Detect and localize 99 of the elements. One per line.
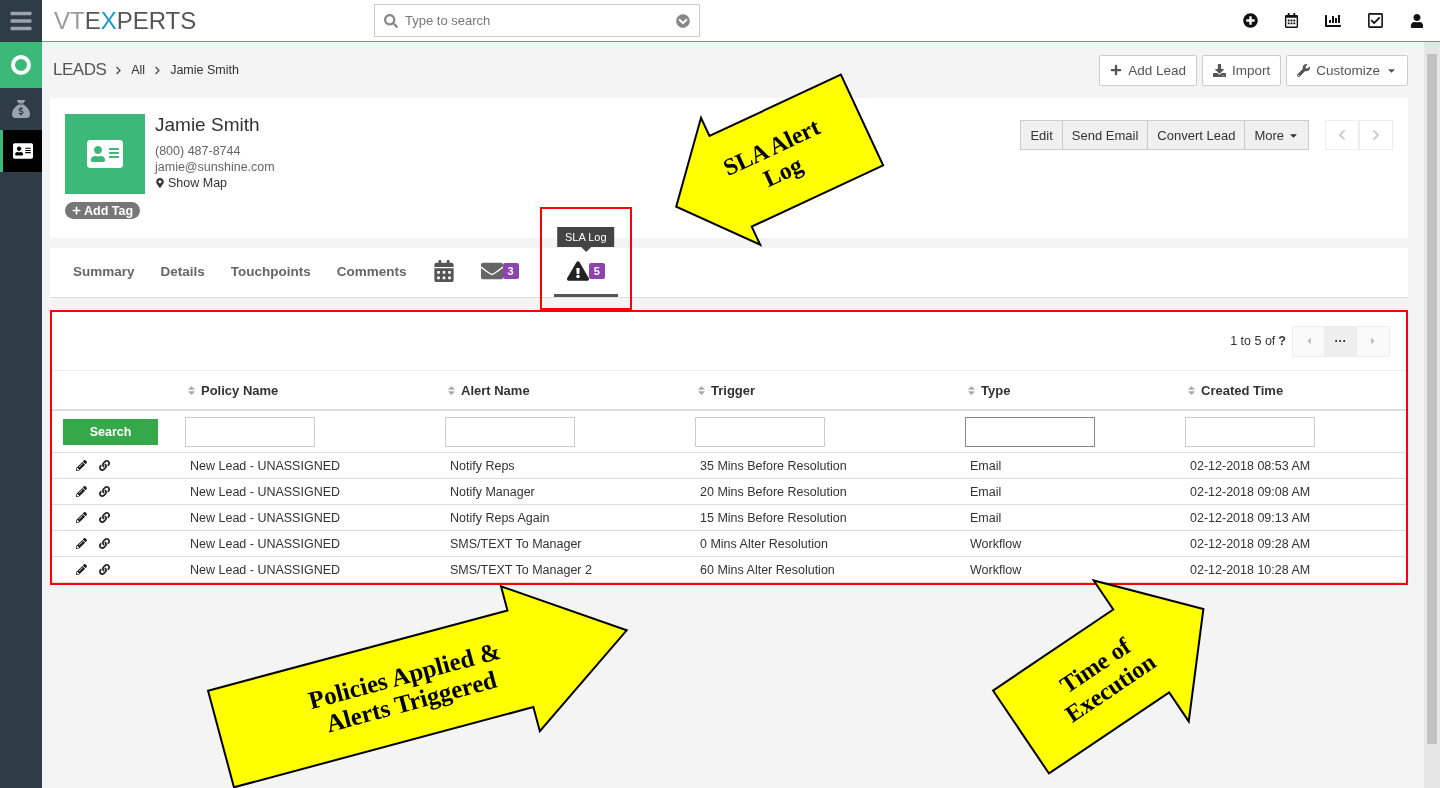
table-cell: SMS/TEXT To Manager 2 bbox=[442, 557, 692, 583]
tab[interactable]: 5 bbox=[553, 248, 618, 297]
money-bag-icon[interactable] bbox=[12, 100, 30, 118]
table-cell: 60 Mins Alter Resolution bbox=[692, 557, 962, 583]
table-cell: New Lead - UNASSIGNED bbox=[182, 531, 442, 557]
table-cell: Email bbox=[962, 505, 1182, 531]
pagination-total: ? bbox=[1278, 334, 1286, 348]
search-field[interactable]: Type to search bbox=[374, 4, 700, 37]
link-icon[interactable] bbox=[99, 460, 110, 471]
table-cell: 02-12-2018 09:28 AM bbox=[1182, 531, 1406, 557]
callout-arrow: SLA Alert Log bbox=[675, 73, 885, 247]
show-map-link[interactable]: Show Map bbox=[155, 175, 275, 191]
link-icon[interactable] bbox=[99, 538, 110, 549]
map-pin-icon bbox=[155, 178, 165, 188]
edit-icon[interactable] bbox=[76, 564, 87, 575]
tab[interactable]: Summary bbox=[60, 248, 148, 297]
table-cell: 0 Mins Alter Resolution bbox=[692, 531, 962, 557]
table-cell: Workflow bbox=[962, 531, 1182, 557]
breadcrumb-item[interactable]: All bbox=[131, 63, 146, 77]
action-button[interactable]: Convert Lead bbox=[1148, 121, 1246, 149]
table-cell: Notify Manager bbox=[442, 479, 692, 505]
header-button[interactable]: Import bbox=[1201, 54, 1282, 86]
menu-icon[interactable] bbox=[9, 9, 33, 33]
tab[interactable]: 3 bbox=[467, 248, 532, 297]
plus-icon bbox=[1110, 64, 1123, 76]
table-cell: SMS/TEXT To Manager bbox=[442, 531, 692, 557]
table-cell: Email bbox=[962, 479, 1182, 505]
plus-icon bbox=[72, 206, 81, 215]
filter-input[interactable] bbox=[695, 416, 825, 447]
column-header[interactable]: Alert Name bbox=[461, 382, 530, 398]
table-cell: 20 Mins Before Resolution bbox=[692, 479, 962, 505]
tab[interactable]: Details bbox=[147, 248, 218, 297]
column-header[interactable]: Type bbox=[981, 382, 1011, 398]
more-pages-button[interactable]: ··· bbox=[1325, 326, 1357, 356]
header-button[interactable]: Customize bbox=[1286, 54, 1408, 86]
chevron-icon bbox=[114, 65, 124, 75]
filter-input[interactable] bbox=[185, 416, 315, 447]
dropdown-icon[interactable] bbox=[676, 14, 690, 28]
bar-chart-icon[interactable] bbox=[1325, 12, 1341, 29]
tab[interactable]: Comments bbox=[323, 248, 420, 297]
search-icon bbox=[384, 14, 398, 28]
header-button[interactable]: Add Lead bbox=[1099, 54, 1197, 86]
sidebar-item[interactable] bbox=[0, 130, 42, 172]
record-name: Jamie Smith bbox=[155, 114, 261, 136]
filter-input[interactable] bbox=[965, 416, 1095, 447]
envelope-icon bbox=[480, 260, 503, 282]
scrollbar[interactable] bbox=[1424, 42, 1440, 788]
download-icon bbox=[1212, 63, 1226, 77]
edit-icon[interactable] bbox=[76, 460, 87, 471]
table-cell: Notify Reps Again bbox=[442, 505, 692, 531]
edit-icon[interactable] bbox=[76, 486, 87, 497]
filter-input[interactable] bbox=[445, 416, 575, 447]
action-button[interactable]: Send Email bbox=[1062, 121, 1149, 149]
warning-icon bbox=[566, 260, 589, 282]
chevron-right-icon bbox=[1370, 129, 1382, 141]
table-cell: New Lead - UNASSIGNED bbox=[182, 505, 442, 531]
add-tag-button[interactable]: Add Tag bbox=[65, 202, 141, 219]
chevron-left-icon bbox=[1336, 129, 1348, 141]
chevron-icon bbox=[153, 65, 163, 75]
table-cell: 02-12-2018 09:13 AM bbox=[1182, 505, 1406, 531]
table-cell: New Lead - UNASSIGNED bbox=[182, 557, 442, 583]
action-button[interactable]: More bbox=[1245, 121, 1308, 149]
tooltip: SLA Log bbox=[556, 227, 615, 252]
count-badge: 5 bbox=[588, 263, 605, 279]
ring-icon[interactable] bbox=[10, 54, 32, 76]
table-cell: 35 Mins Before Resolution bbox=[692, 453, 962, 479]
count-badge: 3 bbox=[502, 263, 519, 279]
table-cell: Email bbox=[962, 453, 1182, 479]
link-icon[interactable] bbox=[99, 486, 110, 497]
column-header[interactable]: Policy Name bbox=[201, 382, 279, 398]
table-cell: 15 Mins Before Resolution bbox=[692, 505, 962, 531]
column-header[interactable]: Trigger bbox=[711, 382, 756, 398]
table-cell: 02-12-2018 08:53 AM bbox=[1182, 453, 1406, 479]
email-text: jamie@sunshine.com bbox=[155, 159, 275, 175]
table-cell: New Lead - UNASSIGNED bbox=[182, 479, 442, 505]
table-cell: Notify Reps bbox=[442, 453, 692, 479]
filter-input[interactable] bbox=[1185, 416, 1315, 447]
pagination-text: 1 to 5 of bbox=[1230, 334, 1276, 348]
table-cell: New Lead - UNASSIGNED bbox=[182, 453, 442, 479]
breadcrumb-item[interactable]: Jamie Smith bbox=[170, 63, 239, 77]
column-header[interactable]: Created Time bbox=[1201, 382, 1284, 398]
edit-icon[interactable] bbox=[76, 512, 87, 523]
tab[interactable]: Touchpoints bbox=[217, 248, 324, 297]
edit-icon[interactable] bbox=[76, 538, 87, 549]
calendar-icon bbox=[432, 260, 455, 282]
table-cell: 02-12-2018 10:28 AM bbox=[1182, 557, 1406, 583]
action-button[interactable]: Edit bbox=[1021, 121, 1063, 149]
calendar-icon[interactable] bbox=[1284, 13, 1299, 28]
logo: VTEXPERTS bbox=[54, 6, 198, 35]
phone-text: (800) 487-8744 bbox=[155, 143, 242, 159]
contact-card-icon[interactable] bbox=[12, 141, 33, 161]
add-icon[interactable] bbox=[1243, 13, 1258, 28]
link-icon[interactable] bbox=[99, 512, 110, 523]
table-cell: 02-12-2018 09:08 AM bbox=[1182, 479, 1406, 505]
user-icon[interactable] bbox=[1410, 13, 1424, 28]
link-icon[interactable] bbox=[99, 564, 110, 575]
wrench-icon bbox=[1297, 63, 1311, 77]
checkbox-icon[interactable] bbox=[1367, 12, 1384, 29]
breadcrumb-item[interactable]: LEADS bbox=[53, 60, 107, 80]
